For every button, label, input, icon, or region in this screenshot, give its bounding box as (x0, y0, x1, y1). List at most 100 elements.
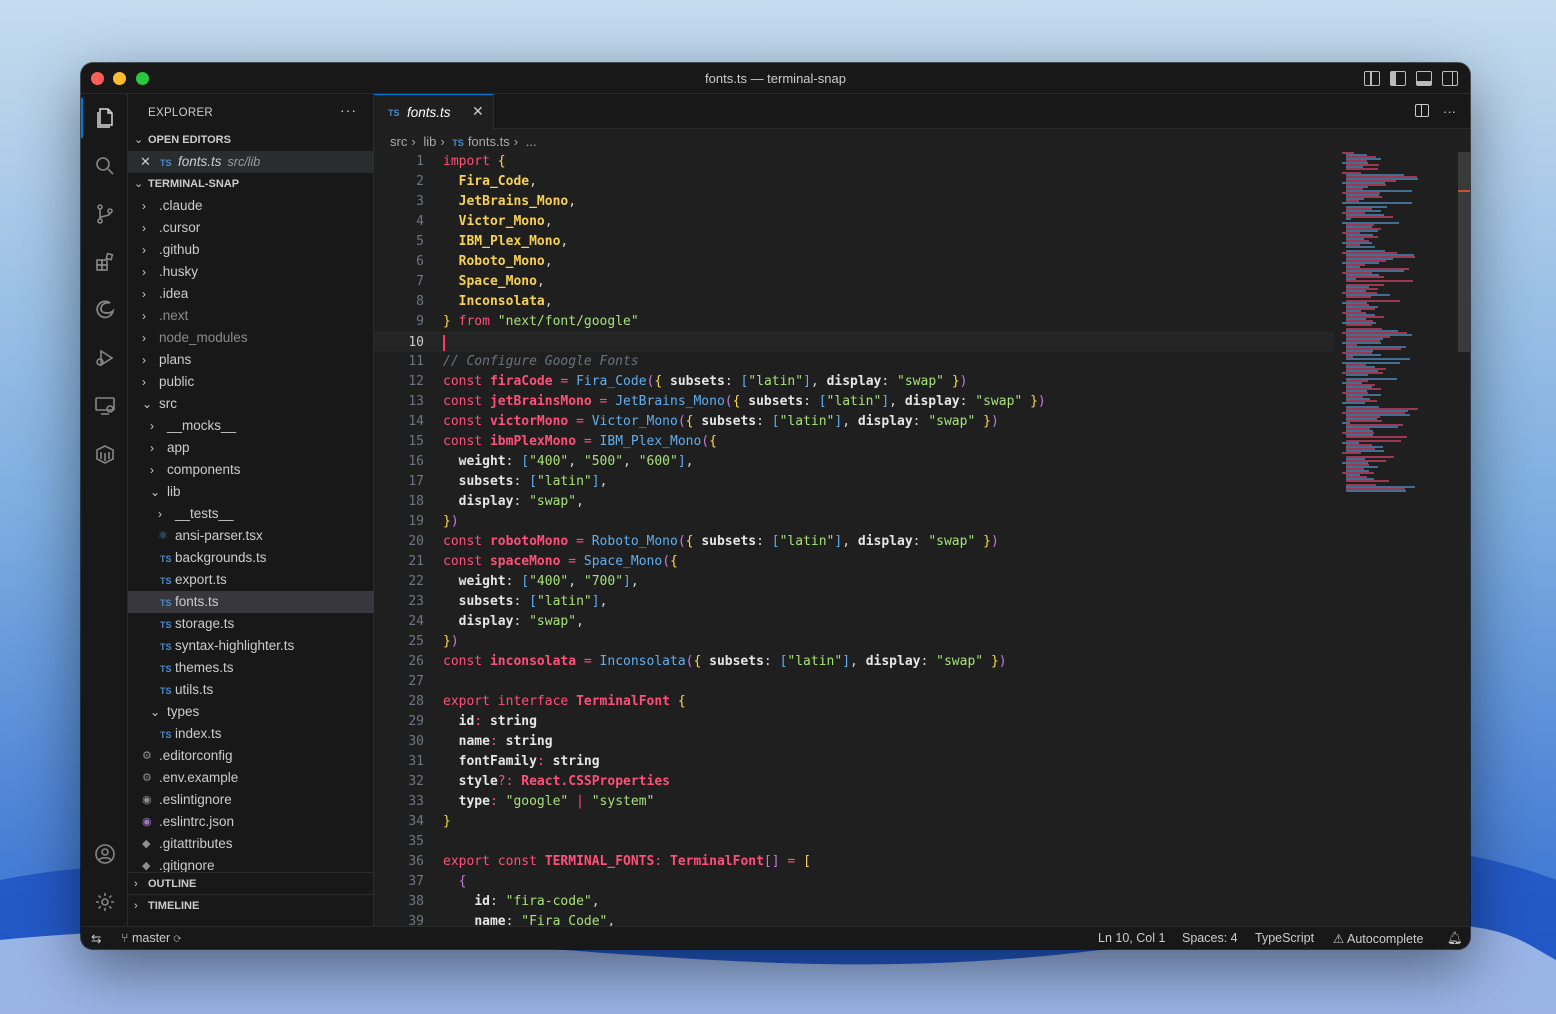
folder-item[interactable]: › .idea (128, 283, 374, 305)
autocomplete-label: Autocomplete (1347, 932, 1424, 946)
close-icon[interactable]: ✕ (140, 151, 151, 173)
breadcrumb-item[interactable]: ... (526, 134, 537, 149)
minimap[interactable] (1334, 152, 1470, 926)
typescript-file-icon: TS (160, 554, 172, 564)
file-item[interactable]: TS backgrounds.ts (128, 547, 374, 569)
toggle-secondary-sidebar-icon[interactable] (1442, 71, 1458, 86)
autocomplete-status[interactable]: ⚠ Autocomplete (1333, 931, 1423, 946)
branch-status[interactable]: ⑂ master ⟳ (121, 931, 181, 945)
tree-item-label: .cursor (159, 220, 201, 235)
folder-item[interactable]: ⌄ lib (128, 481, 374, 503)
typescript-file-icon: TS (160, 576, 172, 586)
file-item[interactable]: TS storage.ts (128, 613, 374, 635)
minimap-line (1346, 246, 1375, 248)
breadcrumb: src › lib › TS fonts.ts › ... (390, 134, 541, 149)
toggle-primary-sidebar-icon[interactable] (1390, 71, 1406, 86)
split-editor-icon[interactable] (1415, 104, 1429, 117)
search-icon[interactable] (81, 146, 128, 186)
file-item[interactable]: TS fonts.ts (128, 591, 374, 613)
folder-item[interactable]: › .claude (128, 195, 374, 217)
vertical-scrollbar[interactable] (1458, 152, 1470, 352)
source-control-icon[interactable] (81, 194, 128, 234)
chevron-right-icon: › (513, 134, 519, 149)
file-item[interactable]: ⚛ ansi-parser.tsx (128, 525, 374, 547)
line-number: 35 (408, 834, 424, 849)
code-editor[interactable]: 1 import {2 Fira_Code, 3 JetBrains_Mono, 4 … (374, 152, 1334, 926)
git-branch-icon: ⑂ (121, 931, 132, 945)
line-source: const ibmPlexMono = IBM_Plex_Mono({ (443, 434, 717, 449)
file-item[interactable]: ⚙ .env.example (128, 767, 374, 789)
folder-item[interactable]: › .github (128, 239, 374, 261)
breadcrumb-item[interactable]: fonts.ts (468, 134, 510, 149)
open-editor-item[interactable]: ✕ TS fonts.ts src/lib (128, 151, 374, 173)
chevron-right-icon: › (142, 221, 146, 235)
settings-gear-icon[interactable] (81, 882, 128, 922)
outline-title: OUTLINE (148, 878, 197, 890)
file-item[interactable]: ◆ .gitattributes (128, 833, 374, 855)
file-item[interactable]: ◉ .eslintignore (128, 789, 374, 811)
folder-item[interactable]: › .cursor (128, 217, 374, 239)
remote-explorer-icon[interactable] (81, 386, 128, 426)
cursor-position[interactable]: Ln 10, Col 1 (1098, 931, 1165, 945)
file-item[interactable]: TS utils.ts (128, 679, 374, 701)
file-item[interactable]: TS syntax-highlighter.ts (128, 635, 374, 657)
file-item[interactable]: ◉ .eslintrc.json (128, 811, 374, 833)
close-icon[interactable]: ✕ (472, 103, 484, 120)
activity-bar (81, 94, 128, 926)
folder-item[interactable]: ⌄ src (128, 393, 374, 415)
code-line: 13 const jetBrainsMono = JetBrains_Mono({… (374, 392, 1334, 412)
folder-item[interactable]: › __tests__ (128, 503, 374, 525)
tree-item-label: components (167, 462, 241, 477)
customize-layout-icon[interactable] (1364, 71, 1380, 86)
tab-fonts-ts[interactable]: TS fonts.ts ✕ (374, 94, 494, 130)
breadcrumb-item[interactable]: lib (423, 134, 436, 149)
more-actions-icon[interactable]: ··· (340, 102, 357, 118)
breadcrumb-item[interactable]: src (390, 134, 407, 149)
notifications-bell-icon[interactable]: 🔔︎ (1447, 931, 1463, 946)
folder-item[interactable]: › app (128, 437, 374, 459)
project-section[interactable]: ⌄ TERMINAL-SNAP (128, 173, 374, 195)
folder-item[interactable]: › plans (128, 349, 374, 371)
run-debug-icon[interactable] (81, 338, 128, 378)
timeline-section[interactable]: › TIMELINE (128, 895, 374, 917)
line-source: }) (443, 514, 459, 529)
folder-item[interactable]: ⌄ types (128, 701, 374, 723)
sync-icon[interactable]: ⟳ (174, 931, 182, 945)
tree-item-label: .editorconfig (159, 748, 233, 763)
line-source: const robotoMono = Roboto_Mono({ subsets… (443, 534, 999, 549)
open-editors-section[interactable]: ⌄ OPEN EDITORS (128, 129, 374, 151)
indentation-status[interactable]: Spaces: 4 (1182, 931, 1238, 945)
line-number: 4 (416, 214, 424, 229)
file-item[interactable]: TS index.ts (128, 723, 374, 745)
toggle-panel-icon[interactable] (1416, 71, 1432, 86)
folder-item[interactable]: › node_modules (128, 327, 374, 349)
folder-item[interactable]: › .husky (128, 261, 374, 283)
remote-icon[interactable]: ⇆ (91, 931, 101, 946)
folder-item[interactable]: › components (128, 459, 374, 481)
code-line: 36 export const TERMINAL_FONTS: TerminalF… (374, 852, 1334, 872)
file-item[interactable]: ⚙ .editorconfig (128, 745, 374, 767)
extensions-icon[interactable] (81, 242, 128, 282)
containers-icon[interactable] (81, 434, 128, 474)
language-mode[interactable]: TypeScript (1255, 931, 1314, 945)
folder-item[interactable]: › public (128, 371, 374, 393)
explorer-icon[interactable] (81, 98, 128, 138)
edge-devtools-icon[interactable] (81, 290, 128, 330)
minimap-line (1342, 402, 1365, 404)
code-line: 25}) (374, 632, 1334, 652)
tab-label: fonts.ts (407, 105, 451, 120)
file-item[interactable]: TS export.ts (128, 569, 374, 591)
line-number: 23 (408, 594, 424, 609)
file-item[interactable]: TS themes.ts (128, 657, 374, 679)
chevron-right-icon: › (134, 900, 138, 912)
accounts-icon[interactable] (81, 834, 128, 874)
line-number: 13 (408, 394, 424, 409)
code-line: 9} from "next/font/google" (374, 312, 1334, 332)
line-number: 22 (408, 574, 424, 589)
outline-section[interactable]: › OUTLINE (128, 873, 374, 895)
line-source: const victorMono = Victor_Mono({ subsets… (443, 414, 999, 429)
more-actions-icon[interactable]: ··· (1443, 104, 1456, 119)
folder-item[interactable]: › __mocks__ (128, 415, 374, 437)
folder-item[interactable]: › .next (128, 305, 374, 327)
minimap-line (1342, 202, 1412, 204)
